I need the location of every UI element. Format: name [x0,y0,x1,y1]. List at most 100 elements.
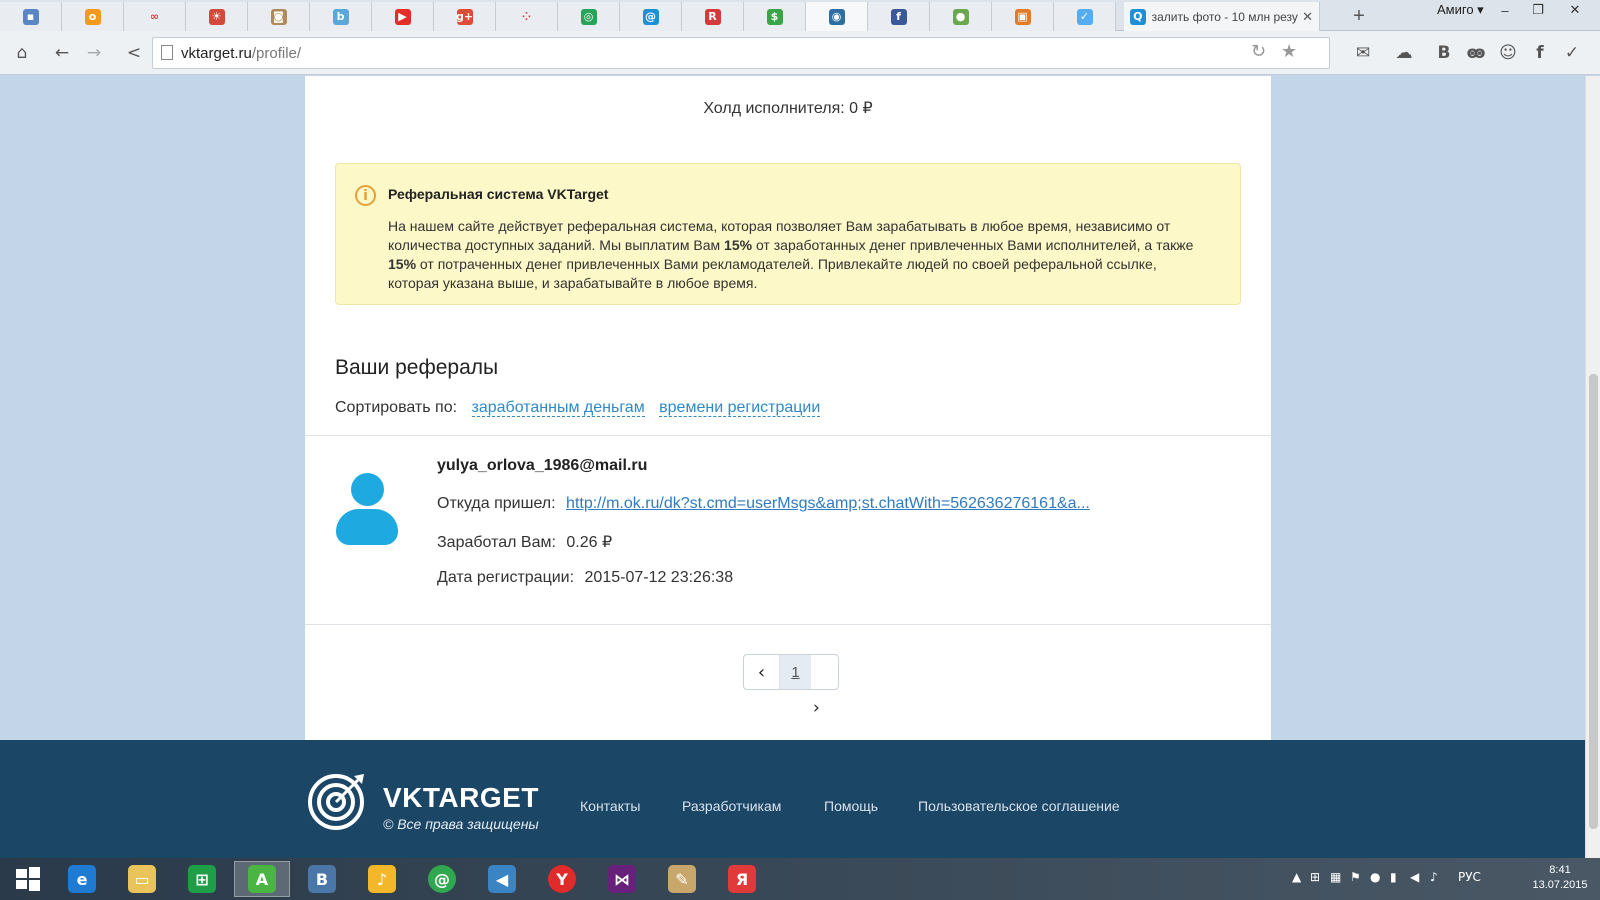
date-label: Дата регистрации: [437,569,575,586]
music-icon[interactable]: ♪ [354,861,410,897]
browser-tab[interactable]: g+ [434,2,496,31]
close-tab-icon[interactable]: ✕ [1302,9,1313,25]
referral-source-row: Откуда пришел: http://m.ok.ru/dk?st.cmd=… [437,495,1090,513]
browser-tab[interactable]: ◎ [558,2,620,31]
bookmark-star-icon[interactable]: ★ [1281,41,1297,62]
prev-page-chevron-icon[interactable]: ‹ [744,655,780,689]
google-plus-icon: g+ [455,8,474,25]
page-number-current[interactable]: 1 [780,655,811,689]
system-clock[interactable]: 8:41 13.07.2015 [1525,863,1595,893]
pagination: ‹ 1 [743,654,839,690]
vk-taskbar-icon[interactable]: В [294,861,350,897]
file-explorer-icon[interactable]: ▭ [114,861,170,897]
source-url-link[interactable]: http://m.ok.ru/dk?st.cmd=userMsgs&amp;st… [566,495,1090,512]
browser-tab[interactable]: ◙ [248,2,310,31]
facebook-icon[interactable]: f [1526,39,1554,67]
amigo-browser-icon[interactable]: A [234,861,290,897]
browser-tab[interactable]: ✓ [1054,2,1116,31]
address-bar[interactable]: vktarget.ru/profile/ ↻ ★ [152,37,1330,69]
source-label: Откуда пришел: [437,495,556,512]
next-page-chevron-icon[interactable]: › [813,698,820,718]
browser-tab[interactable]: @ [620,2,682,31]
browser-profile-menu[interactable]: Амиго ▾ [1437,2,1484,18]
footer-link-developers[interactable]: Разработчикам [682,798,781,814]
back-arrow-icon[interactable]: ← [48,39,76,67]
footer-link-terms[interactable]: Пользовательское соглашение [918,798,1120,814]
notice-text: На нашем сайте действует реферальная сис… [388,218,1194,291]
referral-date-row: Дата регистрации: 2015-07-12 23:26:38 [437,569,733,587]
notice-title: Реферальная система VKTarget [388,186,609,202]
store-icon[interactable]: ⊞ [174,861,230,897]
twitter-icon: ✓ [1076,8,1093,25]
restore-icon[interactable]: ❐ [1523,0,1553,20]
chat-icon[interactable]: ☁ [1390,39,1418,67]
friends-icon[interactable]: ☺ [1494,39,1522,67]
earned-label: Заработал Вам: [437,534,556,551]
sort-by-registration-link[interactable]: времени регистрации [659,399,821,417]
facebook-icon: f [890,8,907,25]
site-footer: VKTARGET © Все права защищены Контакты Р… [0,740,1585,858]
yandex-icon[interactable]: Я [714,861,770,897]
browser-tab[interactable]: b [310,2,372,31]
volume-tray-icon[interactable]: ◀ [1410,870,1419,884]
paint-icon[interactable]: ✎ [654,861,710,897]
browser-tab[interactable]: ▶ [372,2,434,31]
browser-tab[interactable]: f [868,2,930,31]
home-icon[interactable]: ⌂ [8,39,36,67]
referral-notice: i Реферальная система VKTarget На нашем … [335,163,1241,305]
twitter-icon[interactable]: ✓ [1558,39,1586,67]
clock-time: 8:41 [1549,864,1571,876]
browser-tab[interactable]: R [682,2,744,31]
close-window-icon[interactable]: ✕ [1560,0,1590,20]
flag-tray-icon[interactable]: ⚑ [1350,870,1361,884]
green-circle-icon: ◎ [580,8,597,25]
skype-tray-icon[interactable]: ● [1370,870,1380,884]
reload-icon[interactable]: ↻ [1251,41,1266,62]
windows-flag-tray-icon[interactable]: ⊞ [1310,870,1320,884]
scrollbar-thumb[interactable] [1589,374,1598,829]
photo-icon: ◙ [270,8,287,25]
sound-tray-icon[interactable]: ♪ [1430,870,1438,884]
avatar [336,473,398,545]
internet-explorer-icon[interactable]: e [54,861,110,897]
browser-tab-active-search[interactable]: Q залить фото - 10 млн резу ✕ [1124,2,1320,31]
browser-tab[interactable]: ▪ [0,2,62,31]
browser-tab[interactable]: ∞ [124,2,186,31]
footer-link-help[interactable]: Помощь [824,798,878,814]
info-icon: i [355,185,376,206]
speaker-app-icon[interactable]: ◀ [474,861,530,897]
signal-tray-icon[interactable]: ▮ [1390,870,1397,884]
network-tray-icon[interactable]: ▦ [1330,870,1341,884]
show-hidden-icons-icon[interactable]: ▲ [1292,870,1301,884]
page-viewport: Холд исполнителя: 0 ₽ i Реферальная сист… [0,76,1585,858]
avatar-body [336,509,398,545]
browser-tab[interactable]: ☀ [186,2,248,31]
browser-tab[interactable]: ● [930,2,992,31]
vktarget-target-logo-icon[interactable] [308,772,366,830]
odnoklassniki-icon[interactable]: ꙭ [1462,39,1490,67]
earned-value: 0.26 ₽ [566,534,613,551]
browser-tab[interactable]: ▣ [992,2,1054,31]
browser-tab[interactable]: ◉ [806,2,868,31]
vk-icon[interactable]: B [1430,39,1458,67]
forward-arrow-icon[interactable]: → [80,39,108,67]
mail-icon[interactable]: ✉ [1349,39,1377,67]
share-icon[interactable]: < [120,39,148,67]
sort-by-earnings-link[interactable]: заработанным деньгам [471,399,645,417]
browser-tab[interactable]: ⁘ [496,2,558,31]
browser-tab[interactable]: $ [744,2,806,31]
footer-brand[interactable]: VKTARGET [383,782,539,814]
new-tab-button[interactable]: + [1346,4,1372,28]
blue-square-icon: ▪ [22,8,39,25]
browser-tab[interactable]: о [62,2,124,31]
windows-start-icon[interactable] [0,861,56,897]
visual-studio-icon[interactable]: ⋈ [594,861,650,897]
language-indicator[interactable]: РУС [1458,870,1481,884]
yandex-browser-icon[interactable]: Y [534,861,590,897]
dots-icon: ⁘ [518,8,535,25]
minimize-icon[interactable]: – [1490,0,1520,20]
mail-agent-icon[interactable]: @ [414,861,470,897]
footer-link-contacts[interactable]: Контакты [580,798,640,814]
avatar-head [351,473,384,506]
page-scrollbar[interactable] [1585,76,1600,858]
